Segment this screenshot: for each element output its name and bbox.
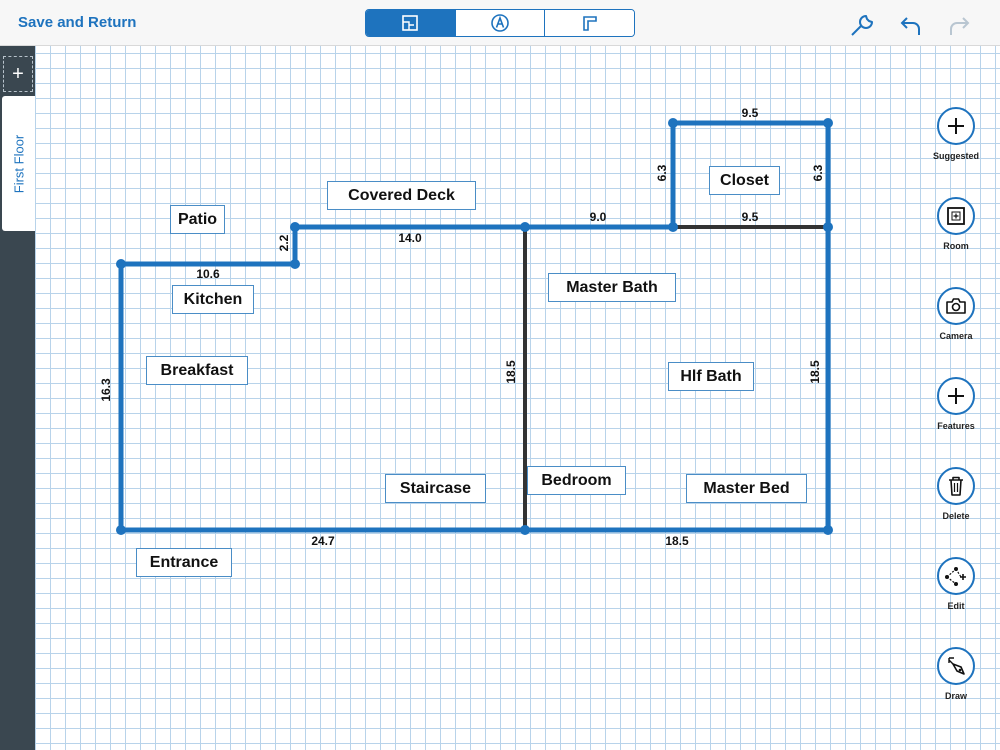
pen-icon	[948, 657, 965, 675]
room-label-master-bath[interactable]: Master Bath	[548, 273, 676, 302]
dimension-label: 6.3	[811, 164, 825, 182]
edit-tool-button[interactable]: Edit	[930, 557, 982, 627]
tool-label: Edit	[947, 601, 965, 611]
room-tool-circle	[937, 197, 975, 235]
room-icon	[947, 207, 965, 225]
room-label-kitchen[interactable]: Kitchen	[172, 285, 254, 314]
suggested-tool-button[interactable]: Suggested	[930, 107, 982, 177]
tool-label: Features	[937, 421, 975, 431]
dimension-label: 2.2	[277, 234, 291, 252]
room-label-covered-deck[interactable]: Covered Deck	[327, 181, 476, 210]
camera-tool-circle	[937, 287, 975, 325]
suggested-tool-circle	[937, 107, 975, 145]
dimension-label: 6.3	[655, 164, 669, 182]
tool-label: Suggested	[932, 151, 979, 161]
room-label-breakfast[interactable]: Breakfast	[146, 356, 248, 385]
room-label-bedroom[interactable]: Bedroom	[527, 466, 626, 495]
dimension-label: 14.0	[398, 231, 422, 245]
draw-tool-button[interactable]: Draw	[930, 647, 982, 717]
room-label-patio[interactable]: Patio	[170, 205, 225, 234]
room-label-hlf-bath[interactable]: Hlf Bath	[668, 362, 754, 391]
dimension-label: 9.5	[741, 210, 759, 224]
dimension-label: 9.0	[589, 210, 607, 224]
dimension-label: 18.5	[808, 360, 822, 384]
room-label-master-bed[interactable]: Master Bed	[686, 474, 807, 503]
trash-icon	[949, 476, 963, 496]
tool-label: Draw	[944, 691, 967, 701]
edit-nodes-icon	[945, 567, 966, 586]
dimension-label: 9.5	[741, 106, 759, 120]
dimension-label: 10.6	[196, 267, 220, 281]
room-label-entrance[interactable]: Entrance	[136, 548, 232, 577]
camera-icon	[946, 298, 966, 314]
room-label-closet[interactable]: Closet	[709, 166, 780, 195]
dimension-label: 24.7	[311, 534, 335, 548]
room-tool-button[interactable]: Room	[930, 197, 982, 267]
features-tool-circle	[937, 377, 975, 415]
tool-label: Room	[943, 241, 969, 251]
room-label-staircase[interactable]: Staircase	[385, 474, 486, 503]
features-tool-button[interactable]: Features	[930, 377, 982, 447]
plus-icon	[948, 388, 964, 404]
dimension-label: 16.3	[99, 378, 113, 402]
tool-label: Delete	[942, 511, 970, 521]
dimension-label: 18.5	[504, 360, 518, 384]
plus-icon	[948, 118, 964, 134]
delete-tool-button[interactable]: Delete	[930, 467, 982, 537]
tool-label: Camera	[939, 331, 973, 341]
draw-tool-circle	[937, 647, 975, 685]
delete-tool-circle	[937, 467, 975, 505]
camera-tool-button[interactable]: Camera	[930, 287, 982, 357]
dimension-label: 18.5	[665, 534, 689, 548]
edit-tool-circle	[937, 557, 975, 595]
